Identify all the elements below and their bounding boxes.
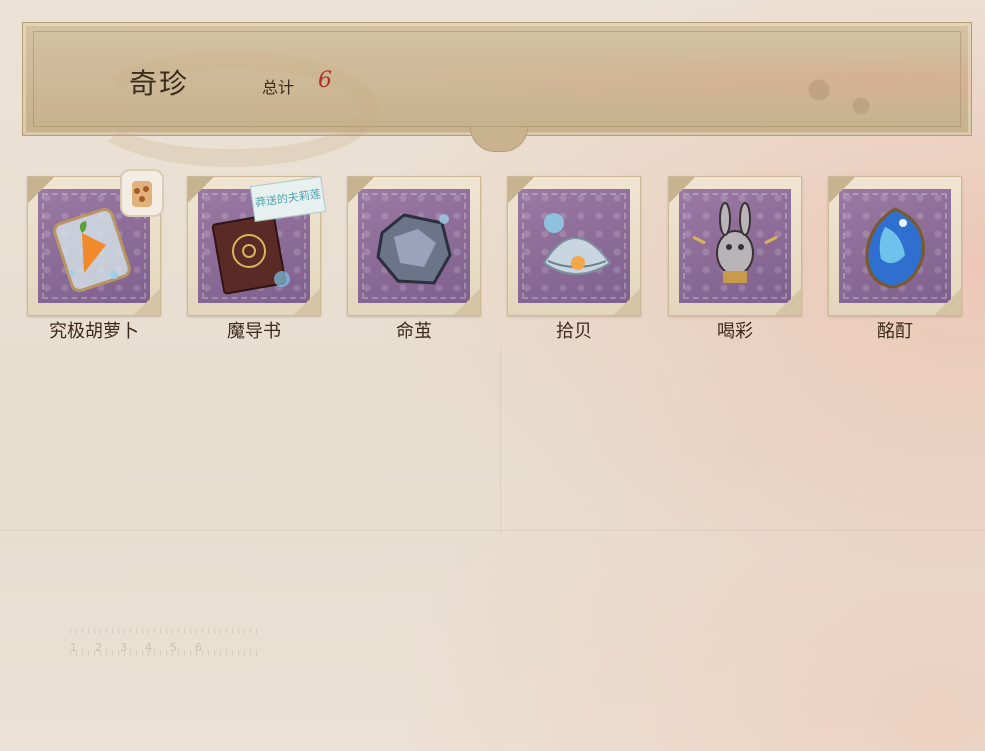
blue-gem-icon <box>865 207 925 289</box>
item-name: 拾贝 <box>556 321 592 342</box>
item-name: 究极胡萝卜 <box>49 321 139 342</box>
item-name: 酩酊 <box>877 321 913 342</box>
stamp-frame <box>507 176 641 316</box>
book-tag: 莽送的夫莉莲 <box>249 176 327 222</box>
total-count: 6 <box>318 68 332 93</box>
page-title: 奇珍 <box>129 67 190 100</box>
seashell-pearl-icon <box>542 213 612 275</box>
badge-icon <box>120 169 164 217</box>
stamp-frame: 莽送的夫莉莲 <box>187 176 327 316</box>
total-label: 总计 <box>262 78 295 97</box>
stamp-frame <box>347 176 481 316</box>
item-name: 命茧 <box>396 321 432 342</box>
item-card[interactable]: 拾贝 <box>507 176 641 342</box>
banner-notch <box>470 127 528 152</box>
item-name: 魔导书 <box>227 321 281 342</box>
ruler-numbers: 123456 <box>70 641 220 654</box>
item-card[interactable]: 命茧 <box>347 176 481 342</box>
stamp-frame <box>668 176 802 316</box>
flower-decoration <box>783 58 903 138</box>
item-card[interactable]: 喝彩 <box>668 176 802 342</box>
item-card[interactable]: 究极胡萝卜 <box>27 169 164 342</box>
background-line <box>500 345 501 535</box>
cocoon-icon <box>376 213 452 285</box>
stamp-frame <box>828 176 962 316</box>
rabbit-cheer-icon <box>692 202 778 283</box>
item-name: 喝彩 <box>717 321 753 342</box>
stamp-frame <box>27 169 164 316</box>
item-card[interactable]: 酩酊 <box>828 176 962 342</box>
swirl-decoration <box>83 51 379 167</box>
background-line <box>0 530 985 531</box>
item-card[interactable]: 莽送的夫莉莲 魔导书 <box>187 176 327 342</box>
